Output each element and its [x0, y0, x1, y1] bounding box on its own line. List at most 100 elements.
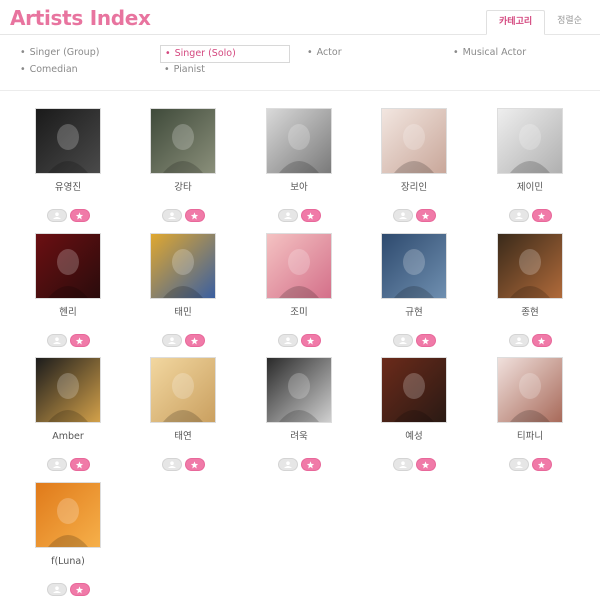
artist-photo[interactable]	[150, 108, 216, 174]
star-icon	[306, 460, 315, 468]
subscribe-button[interactable]	[46, 583, 67, 596]
subscribe-button[interactable]	[392, 458, 413, 471]
artist-actions	[128, 458, 238, 471]
subscribe-button[interactable]	[277, 458, 298, 471]
favorite-button[interactable]	[415, 209, 436, 222]
artist-photo[interactable]	[35, 357, 101, 423]
artist-photo[interactable]	[266, 357, 332, 423]
artist-photo[interactable]	[266, 233, 332, 299]
subscribe-button[interactable]	[508, 458, 529, 471]
subscribe-button[interactable]	[46, 458, 67, 471]
star-icon	[421, 460, 430, 468]
bullet-icon: •	[164, 64, 170, 75]
artist-actions	[128, 209, 238, 222]
artist-photo[interactable]	[35, 233, 101, 299]
artist-photo[interactable]	[266, 108, 332, 174]
favorite-button[interactable]	[300, 458, 321, 471]
category-actor[interactable]: • Actor	[307, 45, 342, 61]
favorite-button[interactable]	[415, 334, 436, 347]
subscribe-button[interactable]	[392, 334, 413, 347]
category-label: Singer (Group)	[29, 47, 100, 58]
star-icon	[537, 211, 546, 219]
favorite-button[interactable]	[531, 334, 552, 347]
favorite-button[interactable]	[531, 209, 552, 222]
artist-name: 규현	[405, 307, 423, 318]
favorite-button[interactable]	[184, 334, 205, 347]
star-icon	[306, 336, 315, 344]
artist-actions	[475, 334, 585, 347]
bullet-icon: •	[20, 64, 26, 75]
favorite-button[interactable]	[69, 583, 90, 596]
artist-photo[interactable]	[497, 108, 563, 174]
person-icon	[398, 212, 407, 219]
person-icon	[167, 212, 176, 219]
artist-name: 조미	[290, 307, 308, 318]
favorite-button[interactable]	[69, 334, 90, 347]
artist-actions	[359, 458, 469, 471]
category-label: Actor	[316, 47, 342, 58]
category-pianist[interactable]: • Pianist	[164, 62, 205, 78]
person-icon	[283, 337, 292, 344]
artist-photo[interactable]	[497, 233, 563, 299]
subscribe-button[interactable]	[161, 334, 182, 347]
artist-actions	[475, 209, 585, 222]
subscribe-button[interactable]	[161, 458, 182, 471]
person-icon	[514, 212, 523, 219]
artist-actions	[244, 334, 354, 347]
favorite-button[interactable]	[415, 458, 436, 471]
artist-actions	[13, 458, 123, 471]
artist-photo[interactable]	[381, 233, 447, 299]
artist-name: 장리인	[400, 182, 428, 193]
favorite-button[interactable]	[184, 458, 205, 471]
favorite-button[interactable]	[69, 458, 90, 471]
person-icon	[52, 337, 61, 344]
category-comedian[interactable]: • Comedian	[20, 62, 78, 78]
favorite-button[interactable]	[300, 209, 321, 222]
person-icon	[398, 337, 407, 344]
subscribe-button[interactable]	[46, 334, 67, 347]
subscribe-button[interactable]	[161, 209, 182, 222]
favorite-button[interactable]	[69, 209, 90, 222]
category-label: Pianist	[173, 64, 205, 75]
subscribe-button[interactable]	[508, 209, 529, 222]
tab-category[interactable]: 카테고리	[486, 10, 546, 35]
subscribe-button[interactable]	[277, 209, 298, 222]
star-icon	[75, 460, 84, 468]
subscribe-button[interactable]	[46, 209, 67, 222]
artist-photo[interactable]	[497, 357, 563, 423]
category-filter: • Singer (Group) • Singer (Solo) • Actor • M…	[0, 35, 600, 91]
person-icon	[167, 337, 176, 344]
subscribe-button[interactable]	[508, 334, 529, 347]
artist-photo[interactable]	[381, 357, 447, 423]
artist-card: 예성	[359, 357, 469, 471]
artist-card: 조미	[244, 233, 354, 347]
star-icon	[75, 585, 84, 593]
person-icon	[514, 337, 523, 344]
header: Artists Index 카테고리 정렬순	[0, 0, 600, 35]
star-icon	[421, 211, 430, 219]
artist-photo[interactable]	[35, 482, 101, 548]
tab-sort[interactable]: 정렬순	[545, 10, 594, 33]
artist-name: 강타	[174, 182, 192, 193]
favorite-button[interactable]	[300, 334, 321, 347]
subscribe-button[interactable]	[392, 209, 413, 222]
person-icon	[52, 586, 61, 593]
artist-name: 티파니	[516, 431, 544, 442]
artist-photo[interactable]	[381, 108, 447, 174]
subscribe-button[interactable]	[277, 334, 298, 347]
artist-card: 태민	[128, 233, 238, 347]
artist-card: Amber	[13, 357, 123, 471]
artist-name: 보아	[290, 182, 308, 193]
artist-photo[interactable]	[150, 233, 216, 299]
category-singer-group[interactable]: • Singer (Group)	[20, 45, 99, 61]
artist-photo[interactable]	[35, 108, 101, 174]
artist-card: 려욱	[244, 357, 354, 471]
favorite-button[interactable]	[184, 209, 205, 222]
category-musical-actor[interactable]: • Musical Actor	[453, 45, 526, 61]
artist-actions	[128, 334, 238, 347]
favorite-button[interactable]	[531, 458, 552, 471]
artist-name: f(Luna)	[51, 556, 85, 567]
artist-actions	[244, 458, 354, 471]
category-singer-solo[interactable]: • Singer (Solo)	[160, 45, 290, 63]
artist-photo[interactable]	[150, 357, 216, 423]
